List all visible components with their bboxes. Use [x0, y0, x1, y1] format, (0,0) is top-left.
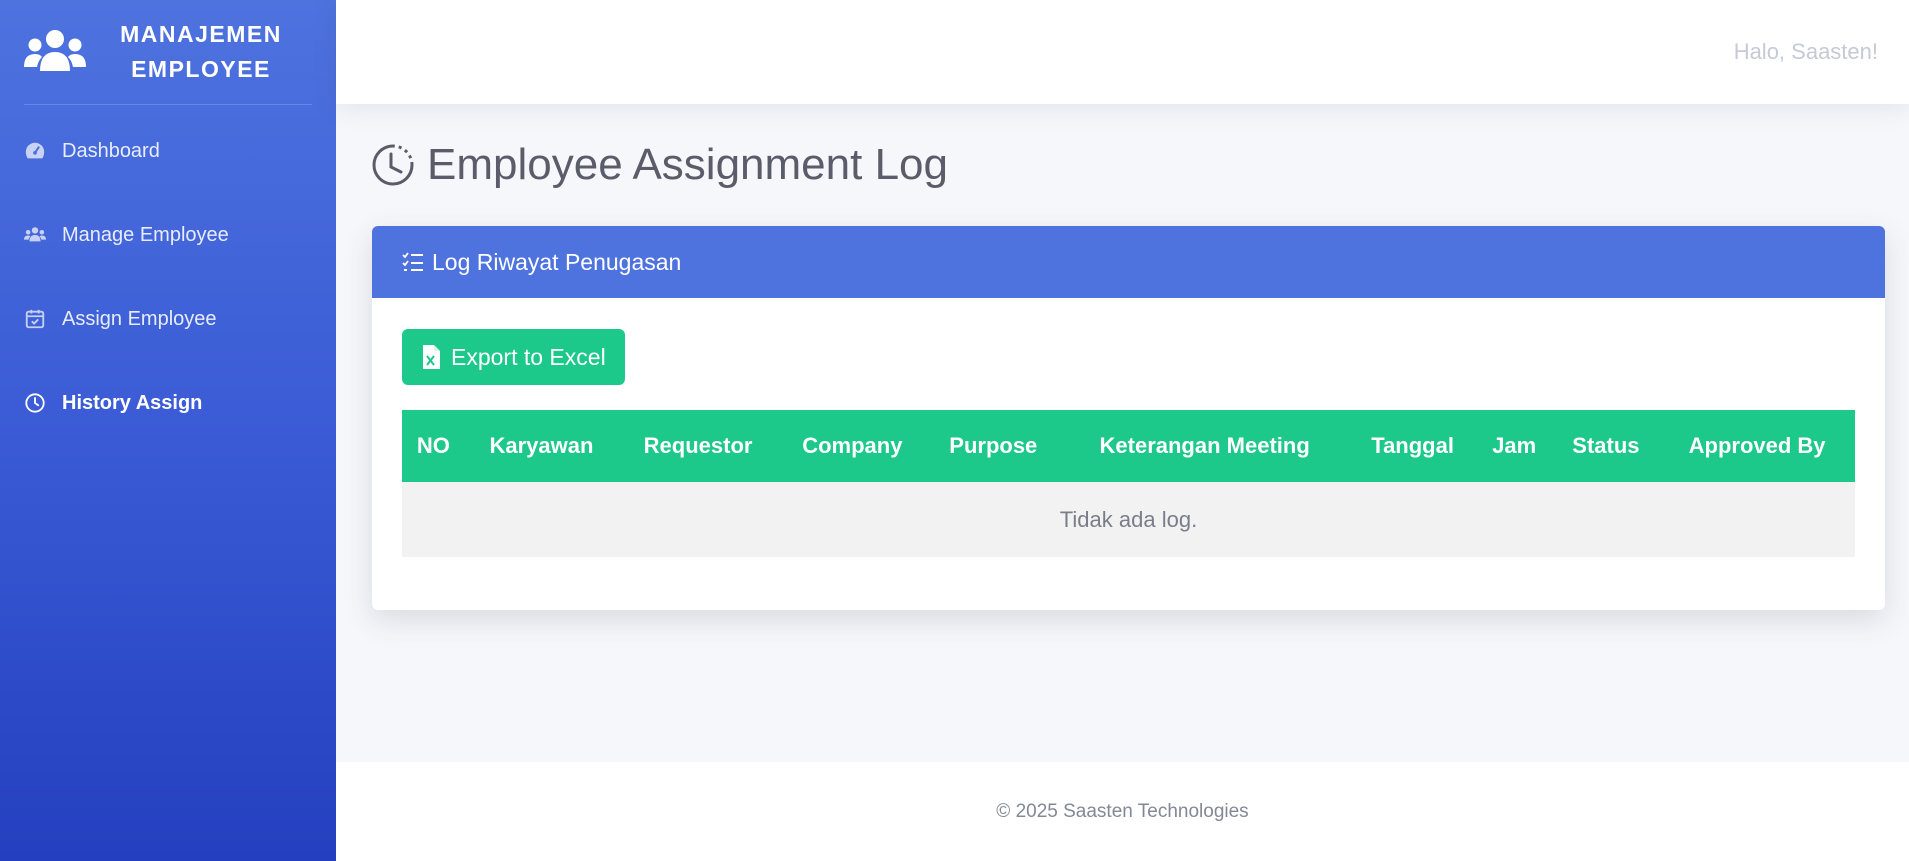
user-greeting[interactable]: Halo, Saasten!: [1734, 39, 1878, 65]
sidebar-item-history-assign[interactable]: History Assign: [0, 361, 336, 445]
page-title-text: Employee Assignment Log: [427, 140, 948, 189]
calendar-check-icon: [25, 309, 45, 329]
sidebar-item-label: Dashboard: [62, 139, 160, 162]
log-table: NO Karyawan Requestor Company Purpose Ke…: [402, 410, 1855, 557]
sidebar-item-manage-employee[interactable]: Manage Employee: [0, 193, 336, 277]
column-header-no[interactable]: NO: [402, 410, 465, 482]
sidebar: MANAJEMEN EMPLOYEE Dashboard Manage Empl…: [0, 0, 336, 861]
tachometer-icon: [25, 142, 45, 159]
column-header-jam[interactable]: Jam: [1476, 410, 1553, 482]
clock-history-icon: [372, 144, 414, 186]
file-excel-icon: [423, 345, 440, 369]
page-title: Employee Assignment Log: [371, 140, 948, 190]
main-content: Employee Assignment Log Log Riwayat Penu…: [336, 104, 1909, 762]
empty-message: Tidak ada log.: [1059, 506, 1198, 532]
export-excel-label: Export to Excel: [451, 343, 606, 370]
sidebar-item-label: History Assign: [62, 391, 203, 414]
topbar: Halo, Saasten!: [336, 0, 1909, 104]
app-root: MANAJEMEN EMPLOYEE Dashboard Manage Empl…: [0, 0, 1909, 861]
users-icon: [24, 227, 46, 242]
footer: © 2025 Saasten Technologies: [336, 762, 1909, 861]
column-header-purpose[interactable]: Purpose: [927, 410, 1060, 482]
card-header: Log Riwayat Penugasan: [372, 226, 1885, 298]
column-header-tanggal[interactable]: Tanggal: [1349, 410, 1475, 482]
brand-line-1: MANAJEMEN: [120, 21, 282, 47]
table-header-row: NO Karyawan Requestor Company Purpose Ke…: [402, 410, 1855, 482]
sidebar-item-assign-employee[interactable]: Assign Employee: [0, 277, 336, 361]
table-header: NO Karyawan Requestor Company Purpose Ke…: [402, 410, 1855, 482]
list-check-icon: [402, 252, 423, 271]
brand[interactable]: MANAJEMEN EMPLOYEE: [0, 0, 336, 104]
clock-icon: [25, 393, 45, 413]
table-row-empty: Tidak ada log.: [402, 482, 1855, 557]
card-body: Export to Excel NO Karyawan Requestor Co…: [372, 298, 1885, 588]
column-header-approved-by[interactable]: Approved By: [1659, 410, 1855, 482]
column-header-karyawan[interactable]: Karyawan: [465, 410, 619, 482]
brand-title: MANAJEMEN EMPLOYEE: [86, 17, 336, 87]
sidebar-item-label: Assign Employee: [62, 307, 217, 330]
sidebar-item-dashboard[interactable]: Dashboard: [0, 109, 336, 193]
copyright-text: © 2025 Saasten Technologies: [996, 800, 1249, 822]
column-header-keterangan-meeting[interactable]: Keterangan Meeting: [1060, 410, 1350, 482]
column-header-requestor[interactable]: Requestor: [618, 410, 778, 482]
card-header-title: Log Riwayat Penugasan: [432, 248, 682, 275]
column-header-status[interactable]: Status: [1553, 410, 1660, 482]
brand-line-2: EMPLOYEE: [131, 56, 271, 82]
log-card: Log Riwayat Penugasan Export to Excel NO: [372, 226, 1885, 610]
users-icon: [24, 30, 86, 71]
table-body: Tidak ada log.: [402, 482, 1855, 557]
sidebar-item-label: Manage Employee: [62, 223, 229, 246]
sidebar-nav: Dashboard Manage Employee Assign Employe…: [0, 105, 336, 445]
export-excel-button[interactable]: Export to Excel: [402, 329, 625, 385]
column-header-company[interactable]: Company: [778, 410, 927, 482]
